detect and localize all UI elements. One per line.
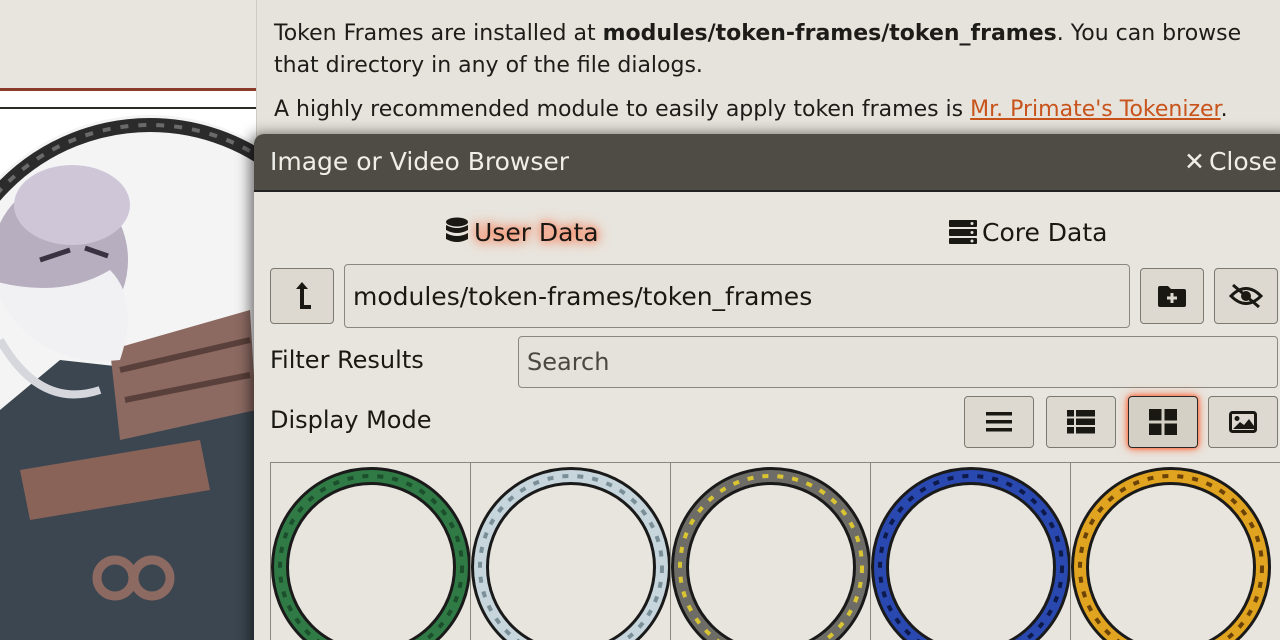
directory-path-input[interactable] <box>344 264 1130 328</box>
token-frame-thumbnail[interactable] <box>470 463 671 640</box>
token-frame-thumbnail[interactable] <box>1070 463 1271 640</box>
eye-slash-icon <box>1229 283 1263 309</box>
display-mode-tiles-button[interactable] <box>1046 396 1116 448</box>
tokenizer-link[interactable]: Mr. Primate's Tokenizer <box>970 97 1220 122</box>
tab-core-data[interactable]: Core Data <box>948 216 1108 250</box>
background-token-art-pane <box>0 0 256 640</box>
display-mode-thumbs-button[interactable] <box>1128 396 1198 448</box>
token-frame-thumbnail[interactable] <box>870 463 1071 640</box>
tab-label: User Data <box>474 218 599 247</box>
token-frame-ring-image <box>871 467 1071 640</box>
level-up-icon <box>296 282 311 309</box>
image-icon <box>1229 411 1257 433</box>
token-frame-ring-image <box>271 467 471 640</box>
install-path-text: modules/token-frames/token_frames <box>602 21 1057 46</box>
search-input[interactable] <box>518 336 1278 388</box>
recommendation-paragraph: A highly recommended module to easily ap… <box>274 94 1274 126</box>
token-frame-ring-image <box>671 467 871 640</box>
parent-directory-button[interactable] <box>270 268 334 324</box>
window-title: Image or Video Browser <box>270 147 570 176</box>
close-icon: ✕ <box>1184 147 1205 176</box>
journal-text-area: Token Frames are installed at modules/to… <box>256 0 1280 140</box>
create-folder-button[interactable] <box>1140 268 1204 324</box>
install-location-paragraph: Token Frames are installed at modules/to… <box>274 18 1274 82</box>
tab-label: Core Data <box>982 218 1108 247</box>
dwarf-token-image <box>0 115 256 640</box>
display-mode-images-button[interactable] <box>1208 396 1278 448</box>
filter-results-label: Filter Results <box>270 346 424 374</box>
toggle-hidden-button[interactable] <box>1214 268 1278 324</box>
close-button[interactable]: ✕ Close <box>1184 146 1277 178</box>
token-frame-ring-image <box>471 467 671 640</box>
close-label: Close <box>1208 147 1278 176</box>
window-titlebar[interactable]: Image or Video Browser ✕ Close <box>254 134 1280 192</box>
database-icon <box>446 217 468 242</box>
paragraph-text: A highly recommended module to easily ap… <box>274 97 971 122</box>
token-frame-thumbnail[interactable] <box>670 463 871 640</box>
token-frame-ring-image <box>1071 467 1271 640</box>
page-divider <box>0 88 256 91</box>
paragraph-text: Token Frames are installed at <box>274 21 603 46</box>
th-large-icon <box>1149 409 1177 435</box>
thumbnail-grid <box>270 462 1280 640</box>
file-browser-window: Image or Video Browser ✕ Close User Data … <box>254 134 1280 640</box>
journal-page-edge <box>0 0 256 90</box>
th-list-icon <box>1067 410 1095 434</box>
server-icon <box>949 220 977 244</box>
tab-user-data[interactable]: User Data <box>444 216 599 250</box>
page-divider <box>0 107 256 109</box>
display-mode-label: Display Mode <box>270 406 432 434</box>
paragraph-text: . <box>1220 97 1228 122</box>
token-frame-thumbnail[interactable] <box>270 463 471 640</box>
folder-plus-icon <box>1158 286 1186 307</box>
bars-icon <box>986 412 1012 432</box>
display-mode-list-button[interactable] <box>964 396 1034 448</box>
